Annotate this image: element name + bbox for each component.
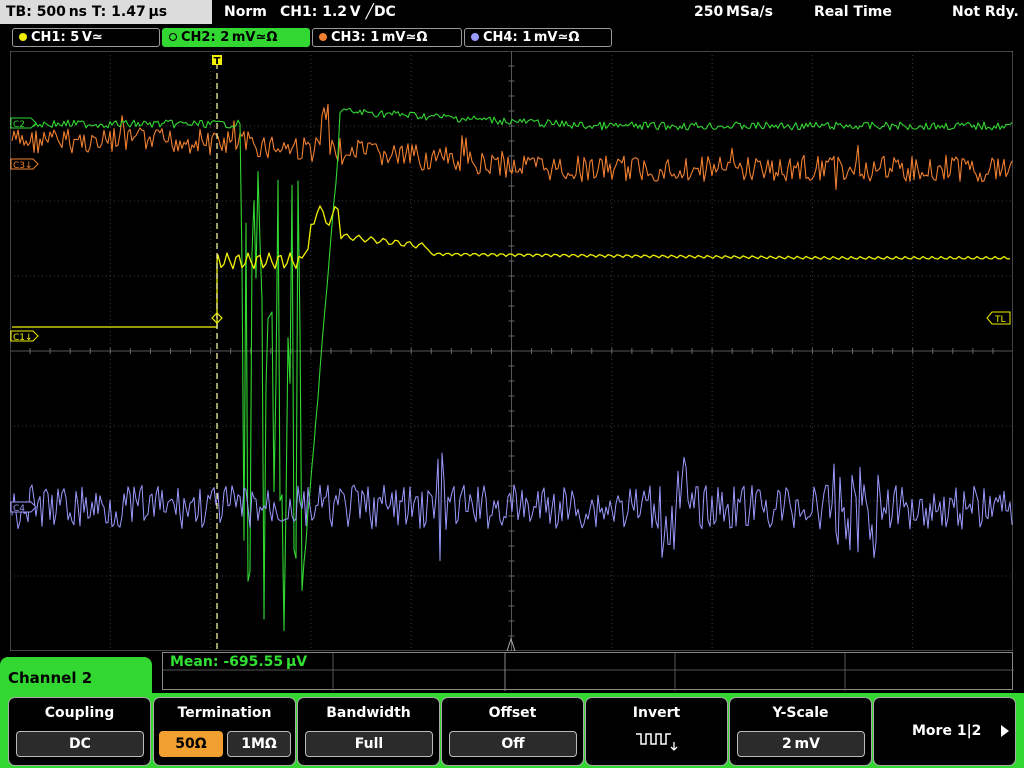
channel-2-tab[interactable]: CH2: 2 mV≃Ω <box>162 28 310 47</box>
ch2-dot-icon <box>169 33 177 41</box>
ch3-marker-text: C3↓ <box>13 161 33 171</box>
yscale-value[interactable]: 2 mV <box>737 731 865 757</box>
ch2-label: CH2: 2 mV≃Ω <box>181 30 278 45</box>
trigger-level-text: TL <box>994 315 1006 325</box>
bandwidth-value[interactable]: Full <box>305 731 433 757</box>
acquisition-mode: Real Time <box>814 4 892 20</box>
coupling-title: Coupling <box>44 705 115 721</box>
yscale-softkey[interactable]: Y-Scale 2 mV <box>729 697 872 766</box>
yscale-title: Y-Scale <box>772 705 829 721</box>
ch1-label: CH1: 5 V≃ <box>31 30 103 45</box>
coupling-value[interactable]: DC <box>16 731 144 757</box>
bandwidth-title: Bandwidth <box>326 705 411 721</box>
invert-title: Invert <box>632 705 681 721</box>
ch1-dot-icon <box>19 33 27 41</box>
channel-3-tab[interactable]: CH3: 1 mV≃Ω <box>312 28 462 47</box>
ch1-marker-text: C1↓ <box>13 333 33 343</box>
offset-softkey[interactable]: Offset Off <box>441 697 584 766</box>
more-softkey[interactable]: More 1|2 <box>873 697 1016 766</box>
mean-measurement[interactable]: Mean: -695.55 µV <box>170 654 307 670</box>
ch4-marker-text: C4 <box>13 504 25 514</box>
ch3-label: CH3: 1 mV≃Ω <box>331 30 428 45</box>
ch4-dot-icon <box>471 33 479 41</box>
trigger-status: Not Rdy. <box>952 4 1019 20</box>
trigger-readout[interactable]: CH1: 1.2 V ╱DC <box>280 0 396 24</box>
arrow-right-icon <box>1001 725 1009 737</box>
trigger-position-label: T <box>214 56 221 67</box>
bandwidth-softkey[interactable]: Bandwidth Full <box>297 697 440 766</box>
termination-title: Termination <box>177 705 272 721</box>
channel-4-tab[interactable]: CH4: 1 mV≃Ω <box>464 28 612 47</box>
offset-title: Offset <box>488 705 537 721</box>
offset-value[interactable]: Off <box>449 731 577 757</box>
timebase-readout[interactable]: TB: 500 ns T: 1.47 µs <box>0 0 212 24</box>
more-label: More 1|2 <box>912 723 982 739</box>
ch2-marker-text: C2 <box>13 120 25 130</box>
trigger-mode[interactable]: Norm <box>224 0 267 24</box>
ch4-label: CH4: 1 mV≃Ω <box>483 30 580 45</box>
termination-softkey[interactable]: Termination 50Ω 1MΩ <box>153 697 296 766</box>
ch3-dot-icon <box>319 33 327 41</box>
sample-rate: 250 MSa/s <box>694 4 773 20</box>
channel-1-tab[interactable]: CH1: 5 V≃ <box>12 28 160 47</box>
inverted-square-wave-icon <box>636 733 678 751</box>
coupling-softkey[interactable]: Coupling DC <box>8 697 151 766</box>
termination-1mohm-option[interactable]: 1MΩ <box>227 731 291 757</box>
waveform-display[interactable]: T C2 C3↓ C1↓ C4 TL <box>10 51 1013 651</box>
invert-softkey[interactable]: Invert <box>585 697 728 766</box>
termination-50ohm-option[interactable]: 50Ω <box>159 731 223 757</box>
